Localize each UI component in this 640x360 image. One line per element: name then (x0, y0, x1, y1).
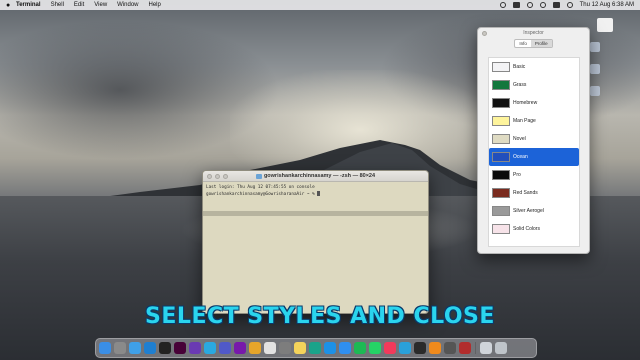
profile-swatch (492, 224, 510, 234)
dock-trash-icon[interactable] (495, 342, 507, 354)
profile-swatch (492, 80, 510, 90)
tab-profile[interactable]: Profile (530, 40, 552, 47)
profile-label: Man Page (513, 118, 536, 124)
profile-label: Red Sands (513, 190, 538, 196)
control-center-icon[interactable] (552, 2, 560, 8)
status-area: Thu 12 Aug 6:38 AM (499, 2, 634, 8)
terminal-prompt: gowrishankarchinnasamy@GowrisharanaAir ~… (206, 192, 318, 197)
menu-window[interactable]: Window (117, 2, 138, 8)
background-window-icon (590, 86, 600, 96)
profile-item-homebrew[interactable]: Homebrew (489, 94, 579, 112)
background-window-icon (590, 64, 600, 74)
dock-chrome-icon[interactable] (264, 342, 276, 354)
dock-photo-booth-icon[interactable] (459, 342, 471, 354)
folder-icon (255, 173, 262, 179)
profile-label: Grass (513, 82, 527, 88)
zoom-button[interactable] (223, 174, 228, 179)
profile-item-novel[interactable]: Novel (489, 130, 579, 148)
dock-telegram-icon[interactable] (399, 342, 411, 354)
menu-shell[interactable]: Shell (51, 2, 64, 8)
dock-music-icon[interactable] (384, 342, 396, 354)
profile-item-solid-colors[interactable]: Solid Colors (489, 220, 579, 238)
terminal-cursor (317, 191, 321, 196)
profile-item-silver-aerogel[interactable]: Silver Aerogel (489, 202, 579, 220)
close-button[interactable] (482, 31, 487, 36)
profile-swatch (492, 134, 510, 144)
dock-finder-icon[interactable] (99, 342, 111, 354)
profile-item-ocean[interactable]: Ocean (489, 148, 579, 166)
desktop-file-icon[interactable] (597, 18, 613, 32)
wifi-icon[interactable] (526, 2, 533, 8)
profile-swatch (492, 116, 510, 126)
dock-terminal-icon[interactable] (414, 342, 426, 354)
profile-item-man-page[interactable]: Man Page (489, 112, 579, 130)
profile-label: Homebrew (513, 100, 538, 106)
terminal-titlebar[interactable]: gowrishankarchinnasamy — -zsh — 80×24 (203, 171, 428, 182)
dock-spotify-icon[interactable] (354, 342, 366, 354)
dock-downloads-stack-icon[interactable] (480, 342, 492, 354)
profile-swatch (492, 152, 510, 162)
menu-terminal[interactable]: Terminal (16, 2, 41, 8)
profile-item-grass[interactable]: Grass (489, 76, 579, 94)
menu-bar: ● Terminal Shell Edit View Window Help T… (0, 0, 640, 10)
dock-settings-icon[interactable] (279, 342, 291, 354)
menu-edit[interactable]: Edit (74, 2, 84, 8)
menu-help[interactable]: Help (149, 2, 161, 8)
profile-label: Ocean (513, 154, 528, 160)
dock-photos-icon[interactable] (249, 342, 261, 354)
status-app-icon[interactable] (499, 2, 506, 8)
dock-teams-icon[interactable] (219, 342, 231, 354)
dock-launchpad-icon[interactable] (114, 342, 126, 354)
apple-menu-icon[interactable]: ● (6, 2, 16, 9)
inspector-titlebar[interactable]: Inspector (478, 28, 589, 38)
menu-view[interactable]: View (94, 2, 107, 8)
dock-notes-icon[interactable] (294, 342, 306, 354)
dock-chatgpt-icon[interactable] (309, 342, 321, 354)
dock-calculator-icon[interactable] (444, 342, 456, 354)
terminal-window: gowrishankarchinnasamy — -zsh — 80×24 La… (202, 170, 429, 314)
dock-whatsapp-icon[interactable] (369, 342, 381, 354)
profile-item-basic[interactable]: Basic (489, 58, 579, 76)
profile-label: Novel (513, 136, 526, 142)
profile-list: Basic Grass Homebrew Man Page Novel Ocean Pro R… (488, 57, 580, 247)
terminal-highlight-band (203, 211, 428, 216)
minimize-button[interactable] (215, 174, 220, 179)
video-caption: SELECT STYLES AND CLOSE (145, 304, 495, 329)
profile-swatch (492, 170, 510, 180)
tab-info[interactable]: Info (515, 40, 531, 47)
dock-sketch-icon[interactable] (204, 342, 216, 354)
inspector-panel: Inspector Info Profile Basic Grass Homebre… (477, 27, 590, 254)
terminal-content[interactable]: Last login: Thu Aug 12 07:45:55 on conso… (203, 182, 428, 201)
siri-icon[interactable] (566, 2, 573, 8)
inspector-title: Inspector (523, 30, 544, 36)
profile-label: Basic (513, 64, 526, 70)
terminal-title: gowrishankarchinnasamy — -zsh — 80×24 (263, 173, 376, 179)
dock (95, 338, 537, 358)
close-button[interactable] (207, 174, 212, 179)
profile-swatch (492, 62, 510, 72)
profile-label: Solid Colors (513, 226, 540, 232)
battery-icon[interactable] (512, 2, 520, 8)
dock-vlc-icon[interactable] (429, 342, 441, 354)
dock-app-store-icon[interactable] (339, 342, 351, 354)
dock-vscode-icon[interactable] (144, 342, 156, 354)
profile-label: Silver Aerogel (513, 208, 544, 214)
dock-safari-icon[interactable] (129, 342, 141, 354)
dock-figma-icon[interactable] (159, 342, 171, 354)
dock-separator (475, 342, 476, 354)
profile-swatch (492, 206, 510, 216)
dock-adobe-xd-icon[interactable] (174, 342, 186, 354)
spotlight-icon[interactable] (539, 2, 546, 8)
profile-item-red-sands[interactable]: Red Sands (489, 184, 579, 202)
profile-swatch (492, 188, 510, 198)
profile-item-pro[interactable]: Pro (489, 166, 579, 184)
dock-docker-icon[interactable] (324, 342, 336, 354)
dock-visual-studio-icon[interactable] (189, 342, 201, 354)
background-window-icon (590, 42, 600, 52)
dock-onenote-icon[interactable] (234, 342, 246, 354)
inspector-tab-control: Info Profile (514, 39, 553, 48)
menubar-clock[interactable]: Thu 12 Aug 6:38 AM (580, 2, 634, 8)
profile-swatch (492, 98, 510, 108)
profile-label: Pro (513, 172, 521, 178)
